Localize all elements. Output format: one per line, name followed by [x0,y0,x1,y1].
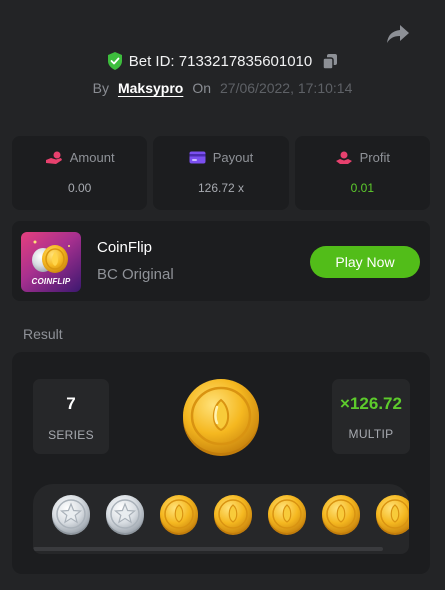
series-box: 7 SERIES [33,379,109,454]
multiplier-label: MULTIP [348,427,394,441]
game-subtitle: BC Original [97,266,174,283]
stat-profit: Profit 0.01 [294,136,430,210]
gold-coin-icon [376,495,409,535]
bet-date: 27/06/2022, 17:10:14 [220,80,353,96]
stat-amount-label: Amount [69,150,115,165]
gold-coin-icon [160,495,198,535]
stat-payout: Payout 126.72 x [153,136,289,210]
game-title: CoinFlip [97,239,153,256]
coin-row [51,494,409,536]
horizontal-scrollbar[interactable] [33,547,383,551]
gold-coin-icon [214,495,252,535]
by-label: By [92,80,109,96]
gold-coin-icon [268,495,306,535]
bet-stats: Amount 0.00 Payout 126.72 x Profit 0.01 [12,136,430,210]
stat-payout-value: 126.72 x [197,181,245,195]
series-label: SERIES [48,428,94,442]
stat-profit-label: Profit [359,150,390,165]
gold-coin-icon [183,379,259,456]
stat-profit-value: 0.01 [350,181,374,195]
hand-money-icon [335,151,352,164]
stat-amount-value: 0.00 [67,181,92,195]
game-card: COINFLIP CoinFlip BC Original Play Now [12,221,430,301]
bet-meta-row: By Maksypro On 27/06/2022, 17:10:14 [0,80,445,96]
share-icon[interactable] [386,23,410,45]
hand-coin-icon [45,151,62,164]
verified-shield-icon [107,52,122,70]
bet-id: Bet ID: 7133217835601010 [128,52,313,70]
multiplier-value: ×126.72 [340,394,402,413]
copy-icon[interactable] [322,53,338,70]
multiplier-box: ×126.72 MULTIP [332,379,410,454]
bet-id-row: Bet ID: 7133217835601010 [0,52,445,70]
silver-coin-icon [52,495,90,535]
thumbnail-label: COINFLIP [31,277,71,286]
gold-coin-icon [322,495,360,535]
play-now-button[interactable]: Play Now [310,246,420,278]
game-thumbnail[interactable]: COINFLIP [21,232,81,292]
series-value: 7 [66,394,76,413]
username-link[interactable]: Maksypro [118,80,183,96]
silver-coin-icon [106,495,144,535]
stat-payout-label: Payout [212,150,254,165]
on-label: On [192,80,212,96]
result-panel: 7 SERIES ×126.72 MULTIP [12,352,430,574]
card-icon [189,151,206,164]
result-section-label: Result [23,326,63,342]
coin-series-strip[interactable] [33,484,409,554]
stat-amount: Amount 0.00 [12,136,148,210]
